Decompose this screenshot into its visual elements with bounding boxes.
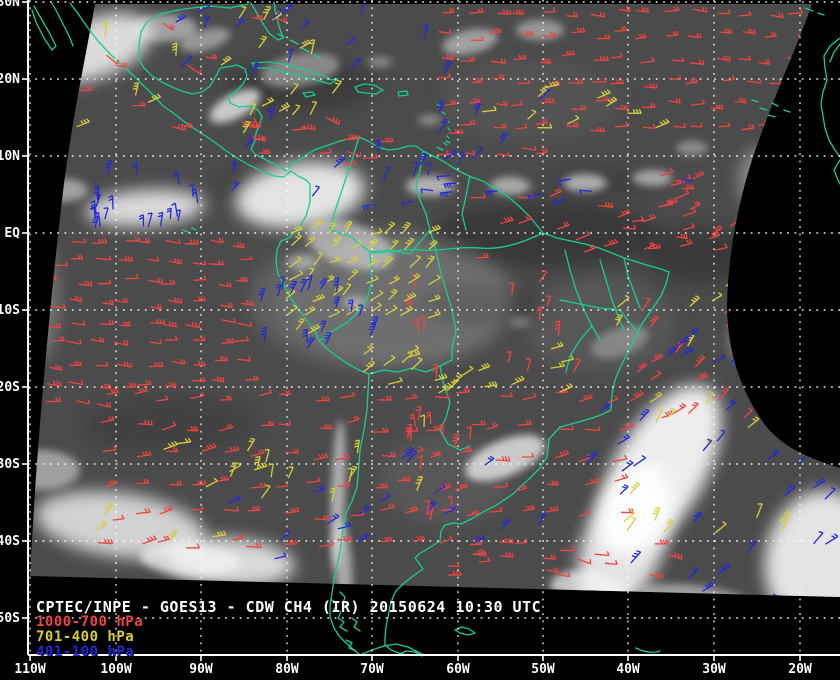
lon-label: 110W: [14, 662, 45, 677]
lat-label: 20N: [0, 72, 20, 87]
lat-label: EQ: [4, 226, 20, 241]
lon-label: 50W: [531, 662, 555, 677]
lon-label: 30W: [702, 662, 726, 677]
lon-label: 100W: [100, 662, 131, 677]
lat-label: 20S: [0, 380, 20, 395]
lat-label: 50S: [0, 611, 20, 626]
lon-label: 20W: [788, 662, 812, 677]
lon-label: 80W: [275, 662, 299, 677]
lat-label: 40S: [0, 534, 20, 549]
lon-label: 90W: [189, 662, 213, 677]
legend-low-level: 1000-700 hPa: [36, 614, 143, 630]
lon-label: 60W: [446, 662, 470, 677]
lat-label: 30S: [0, 457, 20, 472]
map-canvas: 30N 20N 10N EQ 10S 20S 30S 40S 50S 110W 100W 90W 80W…: [0, 0, 840, 680]
lat-label: 10S: [0, 303, 20, 318]
legend-mid-level: 701-400 hPa: [36, 629, 134, 645]
lon-label: 70W: [360, 662, 384, 677]
legend-high-level: 401-100 hPa: [36, 644, 134, 660]
lat-label: 10N: [0, 149, 20, 164]
lon-label: 40W: [616, 662, 640, 677]
lat-label: 30N: [0, 0, 20, 10]
satellite-wind-map: 30N 20N 10N EQ 10S 20S 30S 40S 50S 110W 100W 90W 80W…: [0, 0, 840, 680]
